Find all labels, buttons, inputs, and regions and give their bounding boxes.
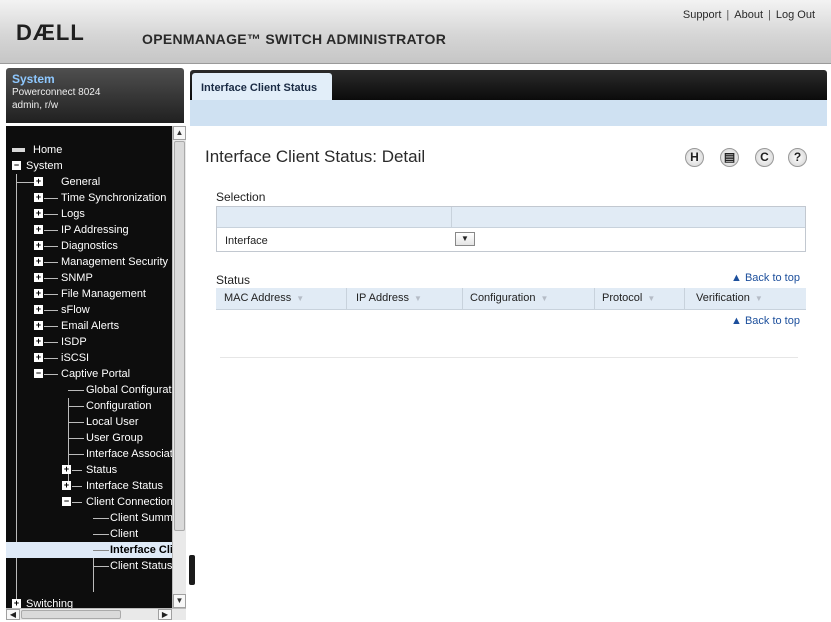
expand-icon[interactable]: + [62, 481, 71, 490]
nav-item-configuration[interactable]: Configuration [6, 398, 172, 414]
nav-item-client-connection-status[interactable]: − Client Connection Status [6, 494, 172, 510]
expand-icon[interactable]: + [34, 257, 43, 266]
sort-icon: ▼ [414, 294, 422, 303]
sort-icon: ▼ [647, 294, 656, 303]
nav-item-interface-status[interactable]: + Interface Status [6, 478, 172, 494]
expand-icon[interactable]: + [34, 353, 43, 362]
nav-item-user-group[interactable]: User Group [6, 430, 172, 446]
column-protocol[interactable]: Protocol ▼ [602, 292, 655, 304]
app-title: OPENMANAGE™ SWITCH ADMINISTRATOR [142, 31, 447, 47]
selection-header [217, 207, 805, 228]
expand-icon[interactable]: + [34, 209, 43, 218]
expand-icon[interactable]: + [62, 465, 71, 474]
print-icon[interactable]: ▤ [720, 148, 739, 167]
nav-item-ip-addressing[interactable]: + IP Addressing [6, 222, 172, 238]
expand-icon[interactable]: + [34, 177, 43, 186]
app-header: DÆLL OPENMANAGE™ SWITCH ADMINISTRATOR Su… [0, 0, 831, 64]
scroll-down-icon[interactable]: ▼ [173, 594, 186, 608]
nav-item-home[interactable]: Home [6, 142, 172, 158]
user-info: admin, r/w [12, 100, 59, 111]
column-verification[interactable]: Verification ▼ [696, 292, 763, 304]
panel-splitter-handle[interactable] [189, 555, 195, 585]
scroll-left-icon[interactable]: ◀ [6, 609, 20, 620]
nav-item-isdp[interactable]: + ISDP [6, 334, 172, 350]
expand-icon[interactable]: + [34, 289, 43, 298]
about-link[interactable]: About [734, 9, 763, 21]
nav-item-client[interactable]: Client [6, 526, 172, 542]
nav-item-interface-client-status[interactable]: Interface Client Status [6, 542, 172, 558]
nav-horizontal-scrollbar[interactable]: ◀ ▶ [6, 608, 186, 620]
sort-icon: ▼ [296, 294, 305, 303]
nav-item-iscsi[interactable]: + iSCSI [6, 350, 172, 366]
column-configuration[interactable]: Configuration ▼ [470, 292, 548, 304]
nav-item-interface-association[interactable]: Interface Association [6, 446, 172, 462]
nav-item-time-synchronization[interactable]: + Time Synchronization [6, 190, 172, 206]
tab-subheader [190, 100, 827, 126]
support-link[interactable]: Support [683, 9, 722, 21]
chevron-down-icon: ▼ [461, 234, 469, 243]
nav-item-logs[interactable]: + Logs [6, 206, 172, 222]
expand-icon[interactable]: + [34, 321, 43, 330]
nav-item-client-status[interactable]: Client Status [6, 558, 172, 574]
help-icon[interactable]: ? [788, 148, 807, 167]
section-divider [220, 357, 798, 358]
sort-icon: ▼ [540, 294, 549, 303]
status-label: Status [216, 273, 251, 287]
nav-vertical-scrollbar[interactable]: ▲ ▼ [172, 126, 186, 608]
collapse-icon[interactable]: − [34, 369, 43, 378]
back-to-top-link[interactable]: ▲ Back to top [731, 272, 800, 284]
expand-icon[interactable]: + [34, 337, 43, 346]
sort-icon: ▼ [754, 294, 763, 303]
nav-item-file-management[interactable]: + File Management [6, 286, 172, 302]
interface-label: Interface [225, 235, 268, 247]
interface-dropdown[interactable]: ▼ [455, 232, 475, 246]
expand-icon[interactable]: + [34, 193, 43, 202]
status-table-header: MAC Address ▼ IP Address ▼ Configuration ▼ … [216, 288, 806, 310]
scroll-up-icon[interactable]: ▲ [173, 126, 186, 140]
nav-item-status[interactable]: + Status [6, 462, 172, 478]
expand-icon[interactable]: + [34, 225, 43, 234]
device-name: Powerconnect 8024 [12, 87, 101, 98]
nav-item-global-configuration[interactable]: Global Configuration [6, 382, 172, 398]
nav-item-sflow[interactable]: + sFlow [6, 302, 172, 318]
top-links: Support | About | Log Out [682, 9, 815, 21]
nav-item-switching[interactable]: + Switching [6, 596, 172, 608]
nav-item-diagnostics[interactable]: + Diagnostics [6, 238, 172, 254]
column-ip-address[interactable]: IP Address ▼ [356, 292, 422, 304]
expand-icon[interactable]: + [34, 273, 43, 282]
column-mac-address[interactable]: MAC Address ▼ [224, 292, 304, 304]
collapse-icon[interactable]: − [62, 497, 71, 506]
nav-item-email-alerts[interactable]: + Email Alerts [6, 318, 172, 334]
nav-item-captive-portal[interactable]: − Captive Portal [6, 366, 172, 382]
scroll-right-icon[interactable]: ▶ [158, 609, 172, 620]
back-to-top-link[interactable]: ▲ Back to top [731, 315, 800, 327]
nav-item-snmp[interactable]: + SNMP [6, 270, 172, 286]
page-title: Interface Client Status: Detail [205, 147, 426, 166]
nav-item-management-security[interactable]: + Management Security [6, 254, 172, 270]
nav-tree: Home − System + General + Time Synchroni… [6, 126, 172, 608]
dell-logo: DÆLL [16, 20, 85, 45]
system-title[interactable]: System [12, 72, 178, 86]
scroll-thumb[interactable] [174, 141, 185, 531]
help-h-icon[interactable]: H [685, 148, 704, 167]
nav-item-general[interactable]: + General [6, 174, 172, 190]
refresh-icon[interactable]: C [755, 148, 774, 167]
expand-icon[interactable]: + [12, 599, 21, 608]
expand-icon[interactable]: + [34, 305, 43, 314]
nav-item-system[interactable]: − System [6, 158, 172, 174]
nav-item-local-user[interactable]: Local User [6, 414, 172, 430]
selection-table: Interface ▼ [216, 206, 806, 252]
scroll-thumb[interactable] [21, 610, 121, 619]
logout-link[interactable]: Log Out [776, 9, 815, 21]
expand-icon[interactable]: + [34, 241, 43, 250]
system-info-panel: System Powerconnect 8024 admin, r/w [6, 68, 184, 123]
selection-label: Selection [216, 190, 266, 204]
nav-item-client-summary[interactable]: Client Summary [6, 510, 172, 526]
home-icon [12, 148, 25, 152]
nav-tree-panel: Home − System + General + Time Synchroni… [6, 126, 186, 620]
collapse-icon[interactable]: − [12, 161, 21, 170]
tab-interface-client-status[interactable]: Interface Client Status [192, 73, 332, 101]
